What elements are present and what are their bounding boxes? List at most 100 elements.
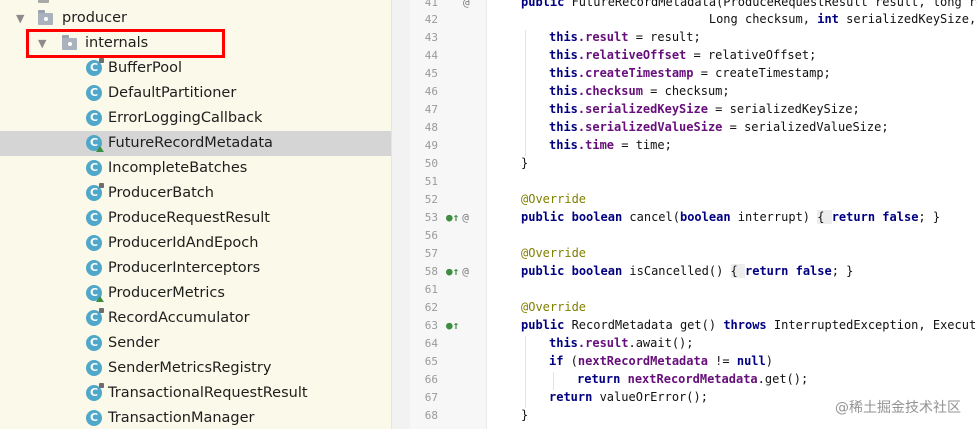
class-icon: C bbox=[86, 410, 102, 426]
package-label: producer bbox=[62, 10, 127, 26]
class-label: DefaultPartitioner bbox=[108, 85, 237, 101]
code-line-44[interactable]: this.relativeOffset = relativeOffset; bbox=[549, 48, 816, 62]
override-gutter-icon[interactable]: ●↑ bbox=[446, 319, 459, 332]
tree-class-item[interactable]: C RecordAccumulator bbox=[0, 306, 391, 331]
tree-class-item-selected[interactable]: C FutureRecordMetadata bbox=[0, 131, 391, 156]
code-line-48[interactable]: this.serializedValueSize = serializedVal… bbox=[549, 120, 889, 134]
line-number: 48 bbox=[424, 121, 438, 134]
code-line-68[interactable]: } bbox=[521, 408, 528, 422]
code-line-41[interactable]: public FutureRecordMetadata(ProduceReque… bbox=[521, 0, 977, 9]
class-label: IncompleteBatches bbox=[108, 160, 248, 176]
indent-guide bbox=[525, 336, 526, 408]
class-icon: C bbox=[86, 85, 102, 101]
class-label: FutureRecordMetadata bbox=[108, 135, 273, 151]
tree-row-partial bbox=[38, 0, 49, 3]
line-number: 42 bbox=[424, 13, 438, 26]
class-icon: C bbox=[86, 308, 104, 326]
class-icon: C bbox=[86, 360, 102, 376]
line-number: 64 bbox=[424, 337, 438, 350]
line-number: 43 bbox=[424, 31, 438, 44]
tree-class-item[interactable]: C ProducerBatch bbox=[0, 181, 391, 206]
line-number: 68 bbox=[424, 409, 438, 422]
line-number: 61 bbox=[424, 283, 438, 296]
code-line-57[interactable]: @Override bbox=[521, 246, 586, 260]
code-line-46[interactable]: this.checksum = checksum; bbox=[549, 84, 730, 98]
override-gutter-icon[interactable]: ●↑ @ bbox=[446, 211, 469, 224]
line-number: 46 bbox=[424, 85, 438, 98]
indent-guide bbox=[553, 372, 554, 390]
tree-package-producer[interactable]: ▼ producer bbox=[0, 6, 391, 31]
tree-class-item[interactable]: C BufferPool bbox=[0, 56, 391, 81]
indent-guide bbox=[525, 30, 526, 156]
fold-line bbox=[486, 0, 487, 429]
class-icon: C bbox=[86, 285, 104, 302]
code-line-67[interactable]: return valueOrError(); bbox=[549, 390, 708, 404]
class-label: ErrorLoggingCallback bbox=[108, 110, 263, 126]
code-line-50[interactable]: } bbox=[521, 156, 528, 170]
code-line-53[interactable]: public boolean cancel(boolean interrupt)… bbox=[521, 210, 940, 224]
tree-class-item[interactable]: C Sender bbox=[0, 331, 391, 356]
annotation-highlight-box bbox=[26, 29, 225, 58]
project-tree: ▼ producer ▼ internals C BufferPool C De… bbox=[0, 0, 391, 429]
tree-class-item[interactable]: C SenderMetricsRegistry bbox=[0, 356, 391, 381]
line-number: 49 bbox=[424, 139, 438, 152]
class-icon: C bbox=[86, 110, 102, 126]
panel-splitter[interactable] bbox=[391, 0, 411, 429]
code-line-65[interactable]: if (nextRecordMetadata != null) bbox=[549, 354, 773, 368]
class-label: ProducerInterceptors bbox=[108, 260, 261, 276]
tree-class-item[interactable]: C DefaultPartitioner bbox=[0, 81, 391, 106]
override-gutter-icon[interactable]: ●↑ @ bbox=[446, 265, 469, 278]
code-line-58[interactable]: public boolean isCancelled() { return fa… bbox=[521, 264, 853, 278]
class-label: ProducerIdAndEpoch bbox=[108, 235, 259, 251]
tree-class-item[interactable]: C IncompleteBatches bbox=[0, 156, 391, 181]
class-icon: C bbox=[86, 383, 104, 401]
class-label: RecordAccumulator bbox=[108, 310, 250, 326]
annotation-gutter-icon[interactable]: @ bbox=[460, 0, 470, 9]
code-line-45[interactable]: this.createTimestamp = createTimestamp; bbox=[549, 66, 831, 80]
tree-class-item[interactable]: C ProduceRequestResult bbox=[0, 206, 391, 231]
class-label: TransactionManager bbox=[108, 410, 255, 426]
class-label: SenderMetricsRegistry bbox=[108, 360, 272, 376]
code-line-47[interactable]: this.serializedKeySize = serializedKeySi… bbox=[549, 102, 860, 116]
tree-class-item[interactable]: C ErrorLoggingCallback bbox=[0, 106, 391, 131]
line-number: 66 bbox=[424, 373, 438, 386]
line-number: 56 bbox=[424, 229, 438, 242]
expand-arrow-icon[interactable]: ▼ bbox=[16, 6, 24, 31]
line-number: 63 bbox=[424, 319, 438, 332]
tree-class-item[interactable]: C ProducerInterceptors bbox=[0, 256, 391, 281]
line-number: 62 bbox=[424, 301, 438, 314]
class-icon: C bbox=[86, 58, 104, 76]
class-icon: C bbox=[86, 260, 102, 276]
watermark-text: @稀土掘金技术社区 bbox=[835, 400, 961, 416]
line-number: 53 bbox=[424, 211, 438, 224]
class-icon: C bbox=[86, 183, 104, 201]
class-label: BufferPool bbox=[108, 60, 183, 76]
code-line-43[interactable]: this.result = result; bbox=[549, 30, 701, 44]
code-line-42[interactable]: Long checksum, int serializedKeySize, i bbox=[521, 12, 977, 26]
code-line-64[interactable]: this.result.await(); bbox=[549, 336, 694, 350]
code-line-63[interactable]: public RecordMetadata get() throws Inter… bbox=[521, 318, 977, 332]
class-label: TransactionalRequestResult bbox=[108, 385, 308, 401]
code-line-62[interactable]: @Override bbox=[521, 300, 586, 314]
code-line-66[interactable]: return nextRecordMetadata.get(); bbox=[577, 372, 808, 386]
tree-class-item[interactable]: C ProducerIdAndEpoch bbox=[0, 231, 391, 256]
tree-class-item[interactable]: C TransactionalRequestResult bbox=[0, 381, 391, 406]
class-icon: C bbox=[86, 160, 102, 176]
class-label: ProducerBatch bbox=[108, 185, 214, 201]
line-number: 58 bbox=[424, 265, 438, 278]
package-folder-icon bbox=[38, 10, 53, 25]
line-number: 45 bbox=[424, 67, 438, 80]
line-number: 67 bbox=[424, 391, 438, 404]
tree-class-item[interactable]: C ProducerMetrics bbox=[0, 281, 391, 306]
class-icon: C bbox=[86, 135, 104, 152]
line-number: 44 bbox=[424, 49, 438, 62]
class-label: ProducerMetrics bbox=[108, 285, 225, 301]
code-line-49[interactable]: this.time = time; bbox=[549, 138, 672, 152]
line-number: 51 bbox=[424, 175, 438, 188]
line-number: 47 bbox=[424, 103, 438, 116]
class-label: ProduceRequestResult bbox=[108, 210, 270, 226]
code-line-52[interactable]: @Override bbox=[521, 192, 586, 206]
line-number: 50 bbox=[424, 157, 438, 170]
line-number: 41 bbox=[424, 0, 438, 9]
tree-class-item[interactable]: C TransactionManager bbox=[0, 406, 391, 429]
